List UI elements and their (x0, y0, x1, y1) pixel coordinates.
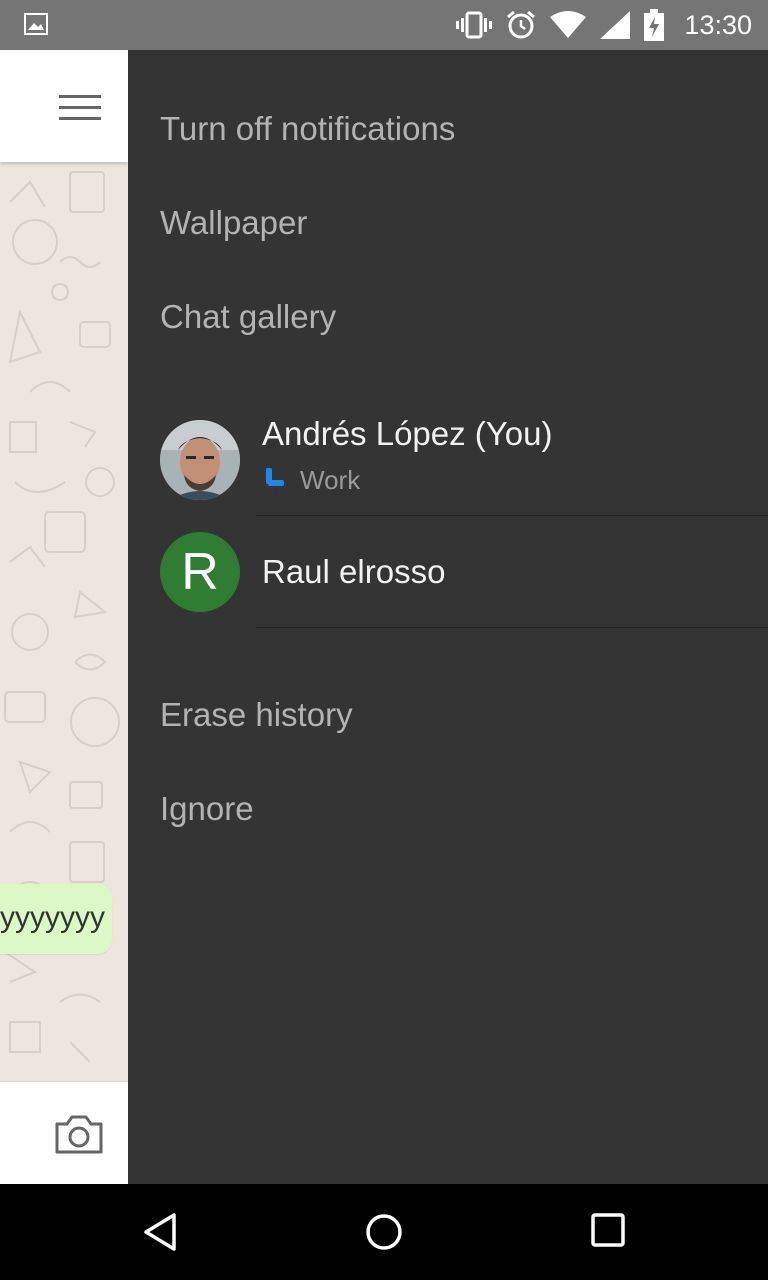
menu-item-turn-off-notifications[interactable]: Turn off notifications (160, 110, 455, 148)
chat-header (0, 50, 128, 162)
recents-icon[interactable] (590, 1212, 626, 1248)
back-icon[interactable] (142, 1212, 178, 1252)
avatar: R (160, 532, 240, 612)
home-icon[interactable] (364, 1212, 404, 1252)
user-photo-avatar (160, 420, 240, 500)
image-notification-icon (24, 13, 48, 35)
camera-icon[interactable] (54, 1112, 104, 1156)
menu-item-wallpaper[interactable]: Wallpaper (160, 204, 307, 242)
battery-charging-icon (644, 9, 665, 41)
member-name: Andrés López (You) (262, 415, 553, 452)
member-name: Raul elrosso (262, 553, 446, 590)
message-text: yyyyyyy (0, 901, 105, 934)
signal-icon (600, 11, 631, 39)
menu-item-chat-gallery[interactable]: Chat gallery (160, 298, 336, 336)
navigation-bar (0, 1184, 768, 1280)
vibrate-icon (456, 11, 493, 39)
clock: 13:30 (684, 9, 752, 40)
alarm-icon (507, 10, 536, 39)
chat-input-bar (0, 1081, 128, 1184)
menu-item-ignore[interactable]: Ignore (160, 790, 254, 828)
member-status: Work (262, 465, 360, 496)
member-status-text: Work (300, 465, 361, 495)
member-andres-lopez[interactable]: Andrés López (You) Work (128, 405, 768, 515)
hamburger-menu-icon[interactable] (59, 95, 101, 121)
wifi-icon (550, 11, 587, 38)
office-chair-icon (266, 467, 286, 495)
divider (256, 627, 768, 628)
menu-item-erase-history[interactable]: Erase history (160, 696, 353, 734)
divider (256, 515, 768, 516)
avatar (160, 420, 240, 500)
chat-pane: yyyyyyy (0, 50, 128, 1184)
status-bar: 13:30 (0, 0, 768, 50)
chat-options-drawer: Turn off notifications Wallpaper Chat ga… (128, 50, 768, 1184)
member-raul-elrosso[interactable]: R Raul elrosso (128, 517, 768, 627)
